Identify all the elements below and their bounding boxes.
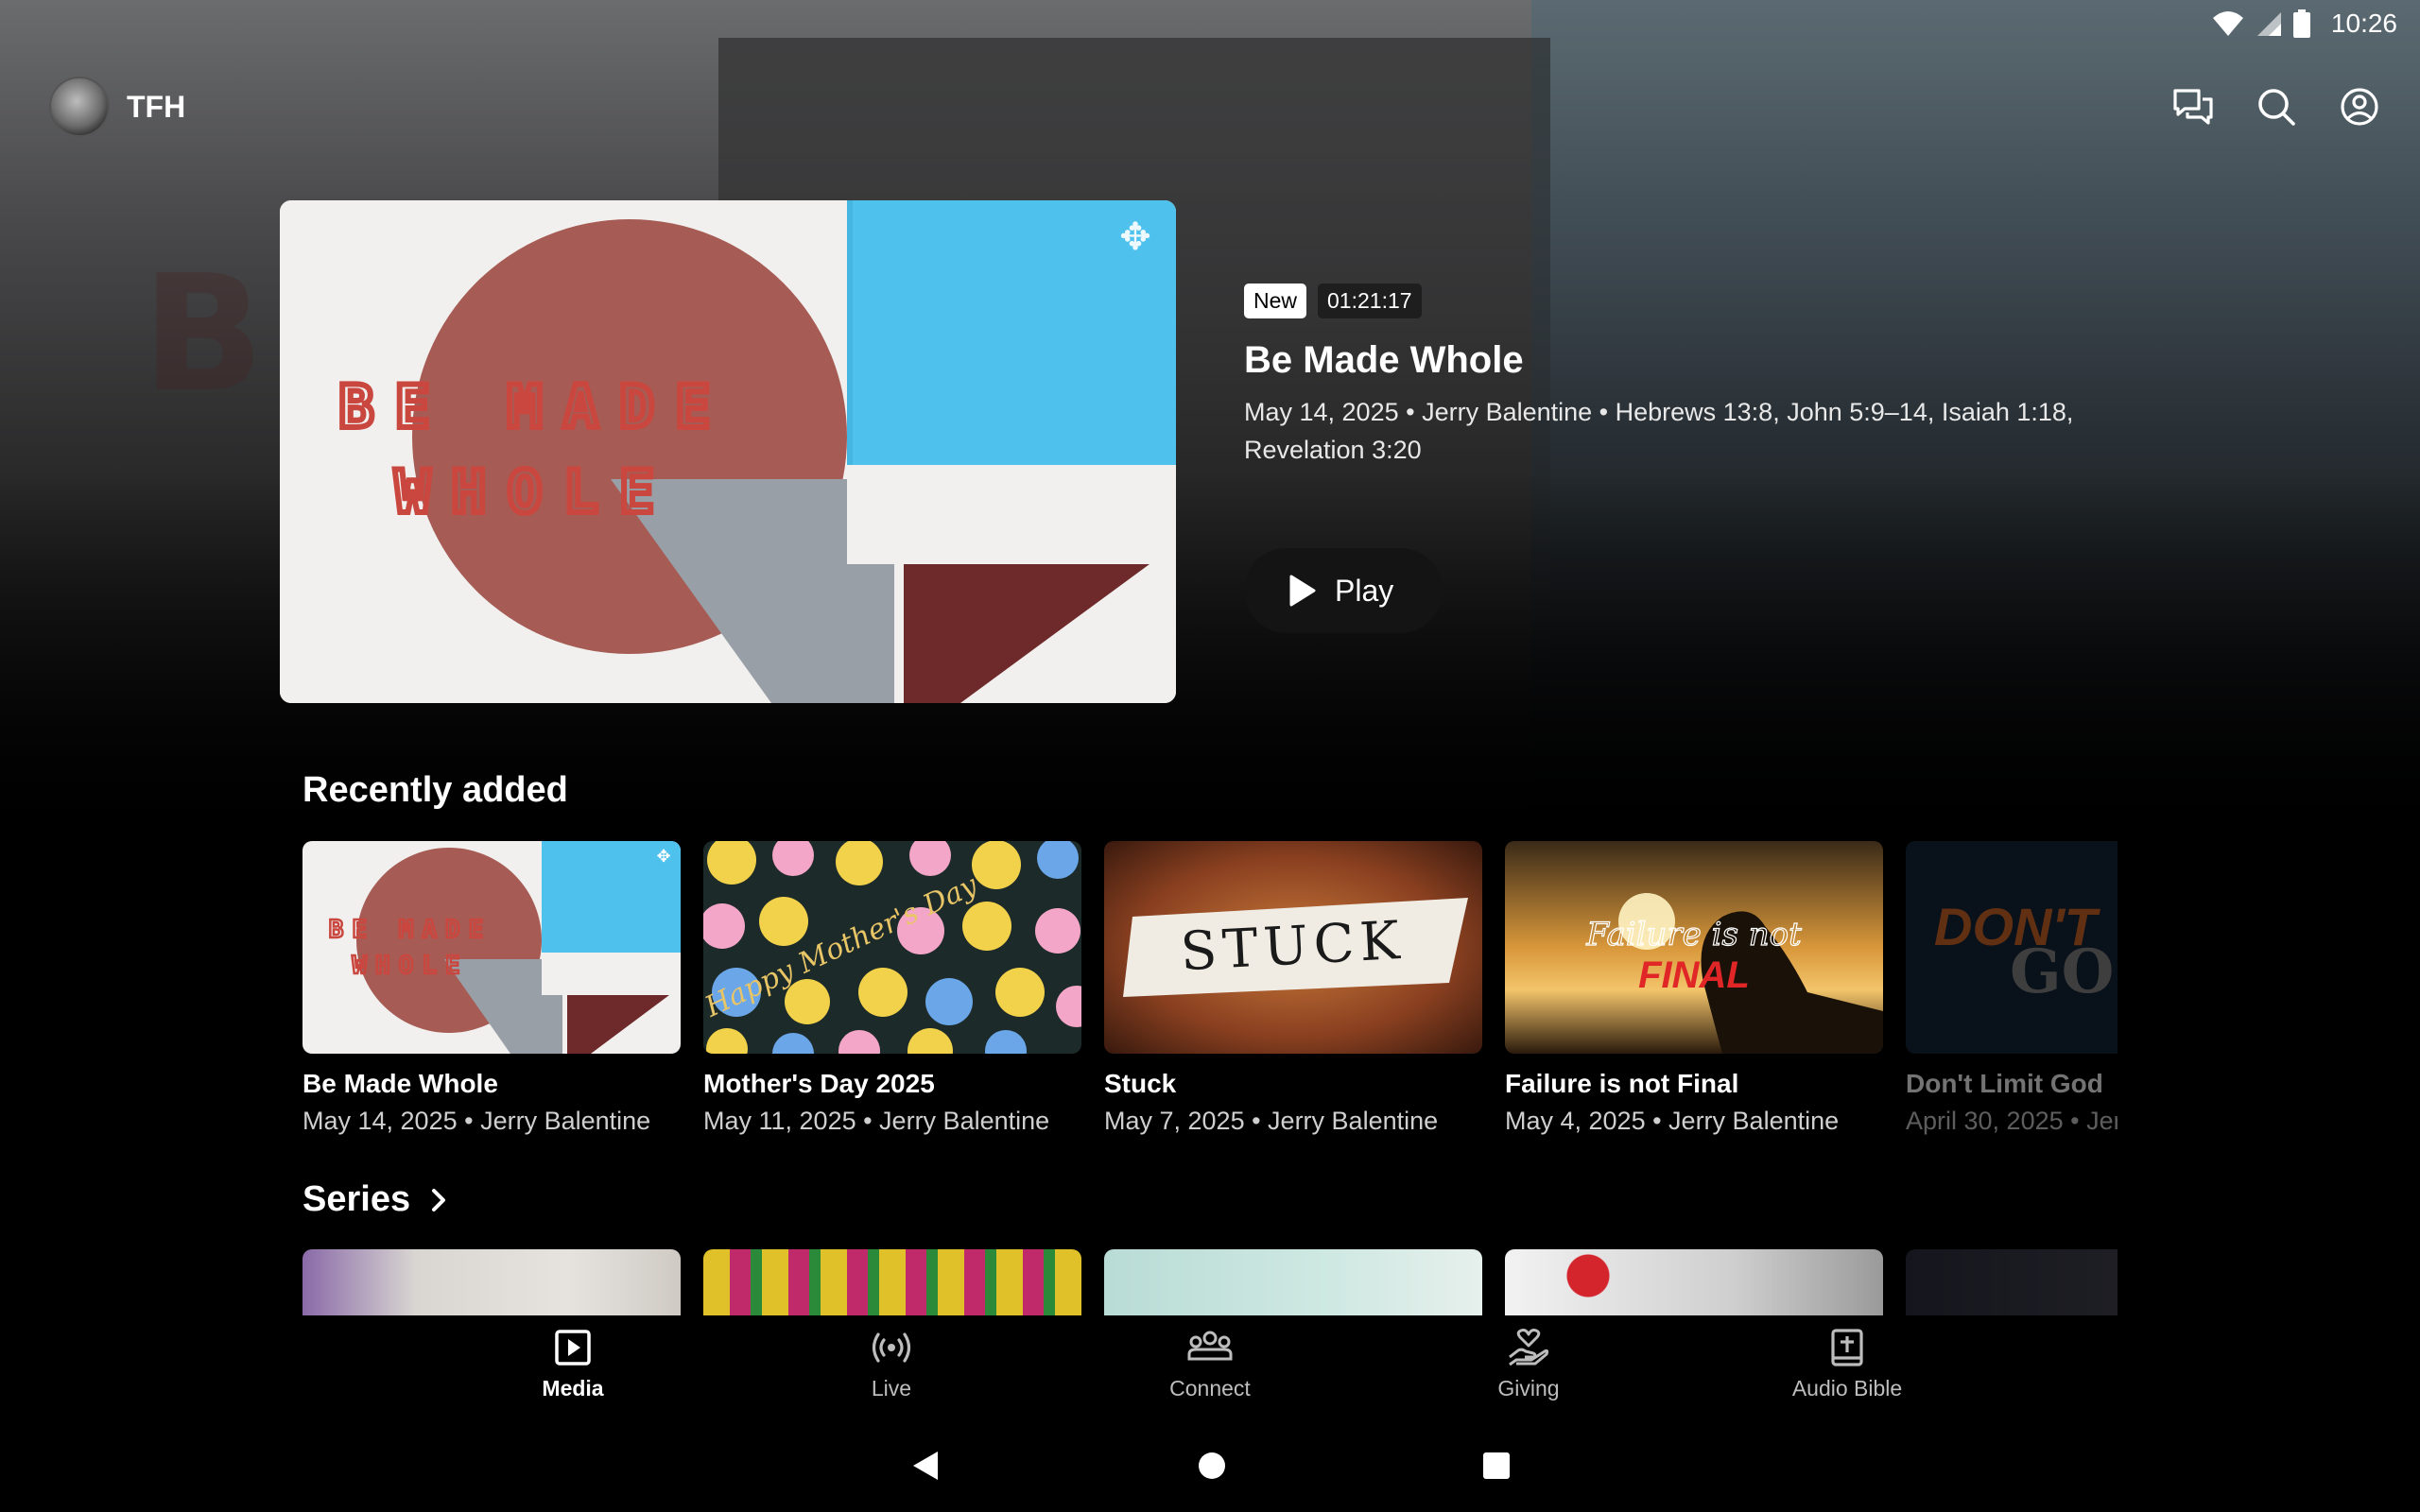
- media-card-art-line2: GO: [2010, 936, 2114, 1007]
- nav-label-live: Live: [871, 1376, 912, 1400]
- media-icon: [555, 1330, 591, 1366]
- system-navigation-bar: [0, 1419, 2420, 1512]
- media-card-art-line2: WHOLE: [352, 952, 468, 980]
- media-card[interactable]: ✥ BE MADE WHOLE Be Made Whole May 14, 20…: [302, 841, 681, 1143]
- top-actions: [2170, 84, 2382, 129]
- battery-icon: [2292, 9, 2310, 38]
- series-card[interactable]: [302, 1249, 681, 1315]
- recently-added-title: Recently added: [302, 770, 568, 810]
- media-card-thumbnail: STUCK: [1104, 841, 1482, 1054]
- media-card[interactable]: Happy Mother's Day Mother's Day 2025 May…: [703, 841, 1081, 1143]
- wifi-icon: [2212, 11, 2243, 36]
- media-card-thumbnail: DON'T GO: [1906, 841, 2118, 1054]
- series-card-thumbnail: [1906, 1249, 2118, 1315]
- featured-artwork: ✥ BE MADE WHOLE: [280, 200, 1176, 703]
- chat-icon: [2173, 89, 2213, 125]
- media-card[interactable]: STUCK Stuck May 7, 2025 • Jerry Balentin…: [1104, 841, 1482, 1143]
- nav-label-audio-bible: Audio Bible: [1791, 1376, 1903, 1400]
- nav-item-audio-bible[interactable]: Audio Bible: [1688, 1315, 2007, 1419]
- chat-button[interactable]: [2170, 84, 2216, 129]
- series-row: [302, 1249, 2118, 1315]
- chevron-right-icon: [432, 1188, 446, 1211]
- featured-art-line2: WHOLE: [395, 457, 676, 526]
- media-card-art-line2: FINAL: [1638, 954, 1750, 996]
- top-bar: TFH: [49, 77, 2382, 137]
- media-card-thumbnail: Failure is not FINAL: [1505, 841, 1883, 1054]
- media-card-meta: April 30, 2025 • Jerry Balentine: [1906, 1107, 2118, 1135]
- signal-icon: [2256, 12, 2281, 36]
- media-card-meta: May 4, 2025 • Jerry Balentine: [1505, 1107, 1840, 1135]
- media-card-title: Be Made Whole: [302, 1069, 498, 1098]
- nav-label-connect: Connect: [1169, 1376, 1251, 1400]
- nav-item-giving[interactable]: Giving: [1370, 1315, 1688, 1419]
- series-card-thumbnail: [1104, 1249, 1482, 1315]
- series-card-thumbnail: [302, 1249, 681, 1315]
- nav-item-media[interactable]: Media: [414, 1315, 733, 1419]
- play-button[interactable]: Play: [1244, 548, 1443, 633]
- media-card-title: Failure is not Final: [1505, 1069, 1739, 1098]
- account-icon: [2341, 88, 2378, 126]
- giving-icon: [1509, 1329, 1549, 1366]
- recently-added-row: ✥ BE MADE WHOLE Be Made Whole May 14, 20…: [302, 841, 2118, 1143]
- status-time: 10:26: [2330, 9, 2397, 38]
- featured-art-line1: BE MADE: [338, 372, 731, 441]
- media-card-title: Mother's Day 2025: [703, 1069, 935, 1098]
- nav-item-connect[interactable]: Connect: [1051, 1315, 1370, 1419]
- media-card-title: Don't Limit God: [1906, 1069, 2103, 1098]
- media-card-meta: May 14, 2025 • Jerry Balentine: [302, 1107, 651, 1135]
- nav-item-live[interactable]: Live: [733, 1315, 1051, 1419]
- search-icon: [2258, 89, 2295, 126]
- media-card-meta: May 11, 2025 • Jerry Balentine: [703, 1107, 1050, 1135]
- bottom-navigation: Media Live Connect Giving Audio Bible: [0, 1315, 2420, 1419]
- home-icon[interactable]: [1197, 1451, 1227, 1481]
- play-icon: [1289, 575, 1316, 607]
- nav-label-media: Media: [542, 1376, 604, 1400]
- media-card-meta: May 7, 2025 • Jerry Balentine: [1104, 1107, 1439, 1135]
- featured-title[interactable]: Be Made Whole: [1244, 339, 2152, 382]
- media-card-title: Stuck: [1104, 1069, 1177, 1098]
- media-card-art-text: STUCK: [1179, 910, 1407, 983]
- account-button[interactable]: [2337, 84, 2382, 129]
- hero-background-ghost-text: B: [142, 241, 293, 428]
- media-card-thumbnail: Happy Mother's Day: [703, 841, 1081, 1054]
- featured-thumbnail[interactable]: ✥ BE MADE WHOLE: [280, 200, 1176, 703]
- featured-info: New 01:21:17 Be Made Whole May 14, 2025 …: [1244, 284, 2152, 633]
- live-icon: [872, 1332, 911, 1363]
- media-card[interactable]: DON'T GO Don't Limit God April 30, 2025 …: [1906, 841, 2118, 1143]
- series-card[interactable]: [1906, 1249, 2118, 1315]
- new-badge: New: [1244, 284, 1307, 318]
- app-logo[interactable]: [49, 77, 110, 137]
- featured-badges: New 01:21:17: [1244, 284, 2152, 318]
- media-card-thumbnail: ✥ BE MADE WHOLE: [302, 841, 681, 1054]
- featured-meta: May 14, 2025 • Jerry Balentine • Hebrews…: [1244, 398, 2074, 464]
- media-card[interactable]: Failure is not FINAL Failure is not Fina…: [1505, 841, 1883, 1143]
- back-icon[interactable]: [909, 1450, 942, 1482]
- recently-added-heading: Recently added: [302, 770, 568, 811]
- series-card[interactable]: [703, 1249, 1081, 1315]
- series-title: Series: [302, 1179, 411, 1219]
- media-card-art-line1: BE MADE: [329, 916, 493, 944]
- recents-icon[interactable]: [1482, 1452, 1511, 1480]
- audio-bible-icon: [1831, 1329, 1863, 1366]
- svg-text:✥: ✥: [656, 847, 670, 867]
- duration-badge: 01:21:17: [1318, 284, 1422, 318]
- svg-text:✥: ✥: [1119, 215, 1151, 259]
- status-bar: 10:26: [2212, 0, 2420, 47]
- series-heading[interactable]: Series: [302, 1179, 450, 1220]
- media-card-art-line1: Failure is not: [1585, 916, 1802, 954]
- app-name: TFH: [127, 89, 186, 124]
- connect-icon: [1187, 1331, 1233, 1361]
- series-card[interactable]: [1505, 1249, 1883, 1315]
- series-card-thumbnail: [703, 1249, 1081, 1315]
- series-card-thumbnail: [1505, 1249, 1883, 1315]
- series-card[interactable]: [1104, 1249, 1482, 1315]
- search-button[interactable]: [2254, 84, 2299, 129]
- nav-label-giving: Giving: [1497, 1376, 1560, 1400]
- play-label: Play: [1335, 573, 1394, 608]
